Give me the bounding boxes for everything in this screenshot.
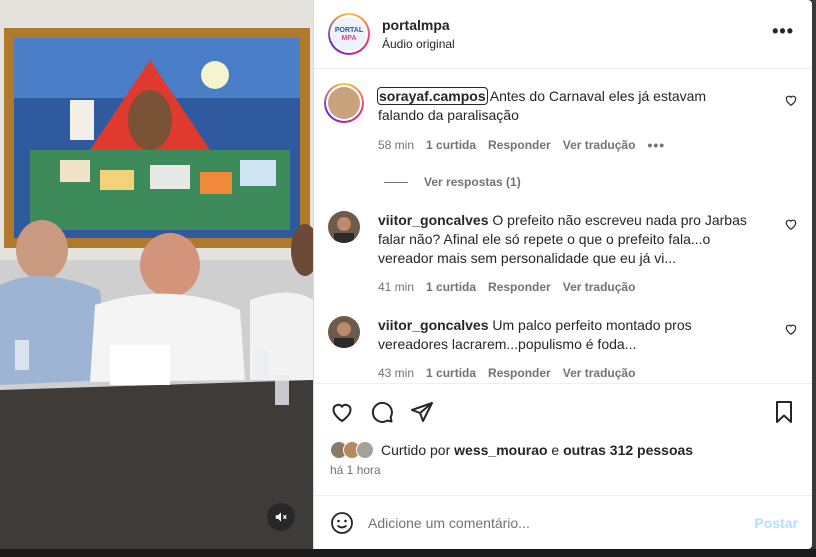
commenter-avatar[interactable]: [328, 316, 360, 348]
like-heart-icon[interactable]: [330, 400, 354, 424]
reply-button[interactable]: Responder: [488, 280, 551, 294]
likes-count-link[interactable]: outras 312 pessoas: [563, 442, 693, 458]
comments-list: sorayaf.campos Antes do Carnaval eles já…: [314, 69, 812, 383]
view-replies-label: Ver respostas (1): [424, 175, 521, 189]
post-actions-bar: [314, 383, 812, 439]
see-translation-button[interactable]: Ver tradução: [563, 280, 636, 294]
commenter-photo: [328, 87, 360, 119]
comment-time[interactable]: 58 min: [378, 138, 414, 152]
video-player[interactable]: [0, 0, 313, 549]
share-paper-plane-icon[interactable]: [410, 400, 434, 424]
video-frame-image: [0, 0, 313, 549]
view-replies-button[interactable]: Ver respostas (1): [384, 175, 798, 189]
comment-username[interactable]: sorayaf.campos: [377, 87, 488, 105]
emoji-icon[interactable]: [330, 511, 354, 535]
like-comment-heart-icon[interactable]: [784, 322, 798, 336]
post-modal: PORTAL MPA portalmpa Áudio original •••: [0, 0, 812, 549]
save-bookmark-icon[interactable]: [772, 400, 796, 424]
comment-item: viitor_goncalves Um palco perfeito monta…: [328, 316, 798, 380]
commenter-avatar[interactable]: [328, 211, 360, 243]
more-options-button[interactable]: •••: [772, 22, 794, 40]
post-comment-button[interactable]: Postar: [754, 515, 798, 531]
comment-likes[interactable]: 1 curtida: [426, 138, 476, 152]
portalmpa-logo: PORTAL MPA: [332, 17, 366, 51]
see-translation-button[interactable]: Ver tradução: [563, 138, 636, 152]
likes-summary: Curtido por wess_mourao e outras 312 pes…: [314, 439, 812, 461]
mute-button[interactable]: [267, 503, 295, 531]
comment-options-button[interactable]: •••: [647, 137, 665, 153]
speaker-muted-icon: [275, 512, 287, 522]
profile-avatar[interactable]: PORTAL MPA: [328, 13, 370, 55]
like-comment-heart-icon[interactable]: [784, 217, 798, 231]
comment-item: sorayaf.campos Antes do Carnaval eles já…: [324, 83, 798, 153]
comment-likes[interactable]: 1 curtida: [426, 280, 476, 294]
reply-button[interactable]: Responder: [488, 366, 551, 380]
logo-text-top: PORTAL: [335, 27, 364, 34]
liker-avatar: [356, 441, 374, 459]
liker-avatars[interactable]: [330, 441, 374, 459]
background-overlay: [812, 0, 816, 549]
post-details-panel: PORTAL MPA portalmpa Áudio original •••: [313, 0, 812, 549]
replies-divider: [384, 181, 408, 183]
comment-input[interactable]: Adicione um comentário...: [368, 515, 530, 531]
comment-item: viitor_goncalves O prefeito não escreveu…: [328, 211, 798, 294]
liker-username[interactable]: wess_mourao: [454, 442, 547, 458]
see-translation-button[interactable]: Ver tradução: [563, 366, 636, 380]
comment-likes[interactable]: 1 curtida: [426, 366, 476, 380]
comment-username[interactable]: viitor_goncalves: [378, 317, 489, 333]
comment-username[interactable]: viitor_goncalves: [378, 212, 489, 228]
logo-text-bottom: MPA: [341, 35, 356, 42]
add-comment-bar: Adicione um comentário... Postar: [314, 495, 812, 549]
comment-time[interactable]: 41 min: [378, 280, 414, 294]
post-timestamp[interactable]: há 1 hora: [314, 463, 812, 495]
commenter-avatar[interactable]: [324, 83, 364, 123]
likes-prefix: Curtido por: [381, 442, 451, 458]
reply-button[interactable]: Responder: [488, 138, 551, 152]
like-comment-heart-icon[interactable]: [784, 93, 798, 107]
post-header: PORTAL MPA portalmpa Áudio original •••: [314, 0, 812, 69]
comment-bubble-icon[interactable]: [370, 400, 394, 424]
background-overlay: [0, 549, 816, 557]
comment-time[interactable]: 43 min: [378, 366, 414, 380]
post-author-username[interactable]: portalmpa: [382, 17, 455, 33]
likes-joiner: e: [551, 442, 560, 458]
audio-label[interactable]: Áudio original: [382, 37, 455, 51]
